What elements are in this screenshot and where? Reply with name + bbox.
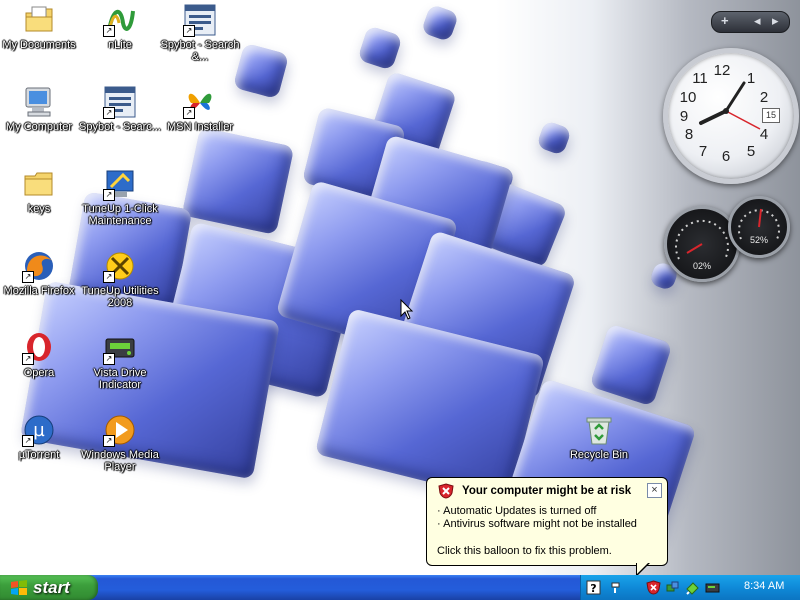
desktop-icon-label: My Documents — [2, 39, 76, 51]
safely-remove-icon[interactable] — [685, 580, 700, 595]
desktop-icon-label: MSN Installer — [166, 121, 234, 133]
balloon-line: · Antivirus software might not be instal… — [437, 518, 637, 530]
desktop-icon-label: Windows Media Player — [81, 449, 159, 473]
desktop-icon-tuneup-1click[interactable]: ↗ TuneUp 1-Click Maintenance — [78, 167, 162, 227]
desktop-icon-firefox[interactable]: ↗ Mozilla Firefox — [0, 249, 81, 297]
desktop-icon-label: Spybot - Searc... — [79, 121, 161, 133]
desktop-icon-my-documents[interactable]: My Documents — [0, 3, 81, 51]
my-documents-icon — [22, 3, 56, 37]
desktop-icon-label: nLite — [108, 39, 132, 51]
firefox-icon: ↗ — [22, 249, 56, 283]
windows-media-player-icon: ↗ — [103, 413, 137, 447]
balloon-footer: Click this balloon to fix this problem. — [437, 545, 612, 557]
nlite-icon: ↗ — [103, 3, 137, 37]
sidebar-controls: + ◂ ▸ — [711, 11, 790, 33]
desktop-icon-label: Mozilla Firefox — [3, 285, 75, 297]
desktop-icon-vista-drive-indicator[interactable]: ↗ Vista Drive Indicator — [78, 331, 162, 391]
security-center-shield-icon[interactable] — [646, 580, 661, 595]
vista-drive-indicator-icon: ↗ — [103, 331, 137, 365]
desktop-icon-opera[interactable]: ↗ Opera — [0, 331, 81, 379]
desktop-icon-spybot-2[interactable]: ↗ Spybot - Searc... — [78, 85, 162, 133]
tray-clock[interactable]: 8:34 AM — [744, 580, 784, 592]
desktop-icon-utorrent[interactable]: µ ↗ µTorrent — [0, 413, 81, 461]
tuneup-utilities-icon: ↗ — [103, 249, 137, 283]
desktop-icon-label: keys — [27, 203, 51, 215]
network-icon[interactable] — [608, 580, 623, 595]
desktop-icon-tuneup-utilities[interactable]: ↗ TuneUp Utilities 2008 — [78, 249, 162, 309]
svg-text:µ: µ — [33, 420, 45, 441]
folder-icon — [22, 167, 56, 201]
desktop-icon-label: Vista Drive Indicator — [93, 367, 147, 391]
desktop-icon-my-computer[interactable]: My Computer — [0, 85, 81, 133]
svg-text:?: ? — [590, 582, 596, 595]
desktop-icon-label: Spybot - Search &... — [160, 39, 240, 63]
notification-area: ? 8:34 AM — [580, 575, 800, 600]
desktop-icon-spybot[interactable]: ↗ Spybot - Search &... — [158, 3, 242, 63]
my-computer-icon — [22, 85, 56, 119]
recycle-bin-icon — [582, 413, 616, 447]
opera-icon: ↗ — [22, 331, 56, 365]
desktop-icon-keys[interactable]: keys — [0, 167, 81, 215]
taskbar: start ? 8:34 AM — [0, 575, 800, 600]
help-icon[interactable]: ? — [586, 580, 601, 595]
desktop-icon-label: Opera — [23, 367, 55, 379]
tuneup-1click-icon: ↗ — [103, 167, 137, 201]
desktop-icon-msn-installer[interactable]: ↗ MSN Installer — [158, 85, 242, 133]
balloon-close-button[interactable]: × — [647, 483, 662, 498]
security-shield-icon — [438, 483, 454, 499]
msn-butterfly-icon: ↗ — [183, 85, 217, 119]
desktop-icon-label: TuneUp 1-Click Maintenance — [82, 203, 158, 227]
spybot-icon: ↗ — [103, 85, 137, 119]
security-balloon[interactable]: Your computer might be at risk × · Autom… — [426, 477, 668, 566]
sidebar-prev-button[interactable]: ◂ — [754, 13, 761, 29]
desktop-icon-label: µTorrent — [18, 449, 60, 461]
desktop-icon-recycle-bin[interactable]: Recycle Bin — [557, 413, 641, 461]
clock-hands — [699, 81, 761, 130]
drive-icon[interactable] — [705, 580, 720, 595]
memory-percent: 52% — [749, 235, 768, 245]
ethernet-icon[interactable] — [665, 580, 680, 595]
sidebar-next-button[interactable]: ▸ — [772, 13, 779, 29]
start-label: start — [33, 578, 70, 597]
start-button[interactable]: start — [0, 575, 98, 600]
desktop-icon-windows-media-player[interactable]: ↗ Windows Media Player — [78, 413, 162, 473]
windows-logo-icon — [11, 580, 27, 595]
desktop-icon-nlite[interactable]: ↗ nLite — [78, 3, 162, 51]
desktop-icon-label: TuneUp Utilities 2008 — [81, 285, 159, 309]
desktop-icon-label: Recycle Bin — [569, 449, 629, 461]
cpu-percent: 02% — [692, 261, 711, 271]
desktop-icon-label: My Computer — [5, 121, 73, 133]
balloon-line: · Automatic Updates is turned off — [437, 505, 597, 517]
mouse-cursor-icon — [400, 299, 414, 320]
utorrent-icon: µ ↗ — [22, 413, 56, 447]
memory-meter-gauge: 52% — [728, 196, 790, 258]
sidebar-add-button[interactable]: + — [721, 13, 729, 28]
balloon-title: Your computer might be at risk — [462, 485, 632, 497]
spybot-icon: ↗ — [183, 3, 217, 37]
clock-gadget[interactable]: 12 1 2 3 4 5 6 7 8 9 10 11 15 — [663, 48, 799, 184]
desktop[interactable]: My Documents ↗ nLite ↗ Spybot - Search &… — [0, 0, 800, 575]
